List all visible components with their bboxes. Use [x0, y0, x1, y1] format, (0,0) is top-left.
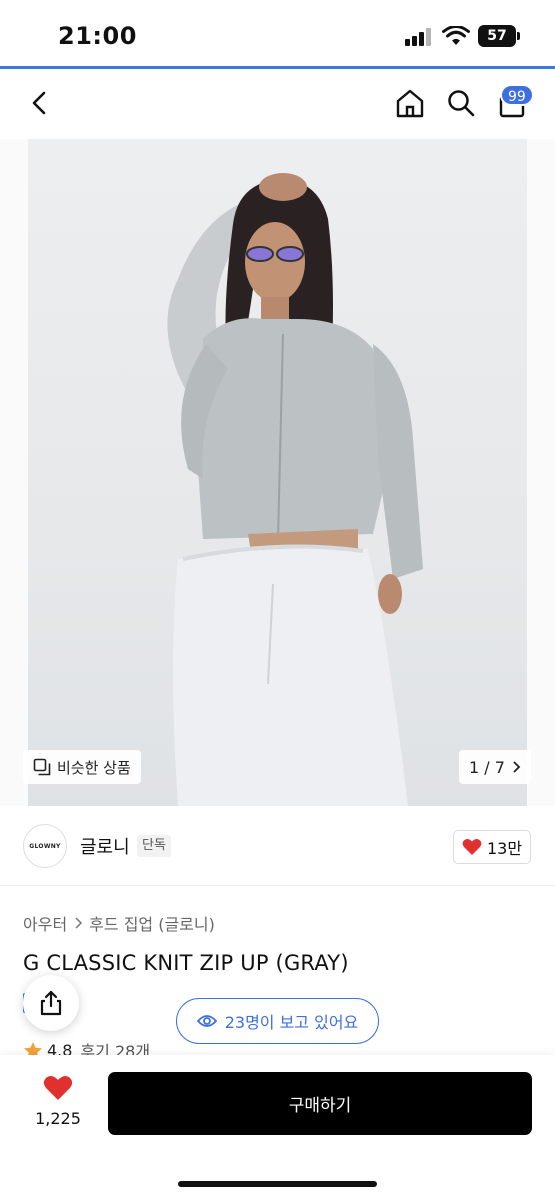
breadcrumb-subcategory[interactable]: 후드 집업 (글로니)	[89, 911, 215, 935]
product-image-carousel[interactable]	[0, 139, 555, 806]
home-icon	[396, 89, 424, 118]
product-photo	[28, 139, 527, 806]
eye-icon	[196, 1015, 217, 1027]
share-icon	[40, 990, 62, 1016]
image-counter-text: 1 / 7	[469, 757, 505, 777]
wifi-icon	[442, 26, 470, 45]
wishlist-count: 1,225	[35, 1109, 81, 1128]
image-counter-button[interactable]: 1 / 7	[459, 750, 531, 784]
breadcrumb: 아우터 후드 집업 (글로니)	[23, 911, 215, 935]
buy-button[interactable]: 구매하기	[108, 1072, 532, 1135]
signal-icon	[405, 28, 435, 46]
wishlist-button[interactable]: 1,225	[30, 1075, 86, 1135]
status-bar: 21:00 57	[0, 0, 555, 66]
purchase-bar: 1,225 구매하기	[0, 1055, 555, 1200]
battery-icon: 57	[478, 25, 516, 47]
exclusive-tag: 단독	[137, 835, 171, 857]
home-indicator	[178, 1181, 377, 1187]
brand-like-button[interactable]: 13만	[453, 830, 531, 864]
product-title: G CLASSIC KNIT ZIP UP (GRAY)	[23, 951, 349, 975]
brand-logo[interactable]: GLOWNY	[23, 824, 67, 868]
back-icon	[32, 91, 46, 115]
similar-products-label: 비슷한 상품	[57, 758, 131, 777]
search-button[interactable]	[441, 83, 481, 123]
status-time: 21:00	[58, 22, 137, 50]
model-illustration	[167, 173, 423, 806]
top-nav-bar	[0, 69, 555, 139]
similar-items-icon	[33, 758, 51, 776]
back-button[interactable]	[20, 83, 60, 123]
brand-name[interactable]: 글로니	[80, 833, 130, 859]
search-icon	[448, 90, 475, 117]
heart-icon	[462, 839, 482, 855]
chevron-right-icon	[75, 917, 83, 929]
brand-row: GLOWNY 글로니 단독 13만	[0, 806, 555, 886]
home-button[interactable]	[390, 83, 430, 123]
cart-count-badge: 99	[500, 84, 534, 106]
brand-like-count: 13만	[486, 839, 523, 858]
heart-icon	[43, 1075, 73, 1100]
chevron-right-icon	[513, 761, 521, 773]
live-viewers-text: 23명이 보고 있어요	[224, 1013, 359, 1032]
battery-tip	[517, 32, 520, 40]
breadcrumb-category[interactable]: 아우터	[23, 911, 67, 935]
live-viewers-pill: 23명이 보고 있어요	[176, 998, 379, 1044]
similar-products-button[interactable]: 비슷한 상품	[23, 750, 141, 784]
share-button[interactable]	[23, 975, 79, 1031]
